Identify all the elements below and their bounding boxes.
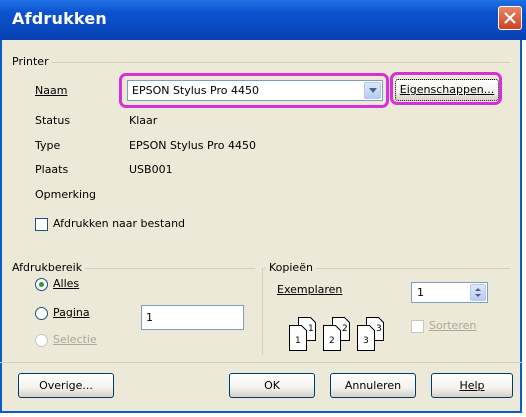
pages-label[interactable]: Pagina bbox=[53, 306, 90, 319]
pages-input-value: 1 bbox=[146, 311, 153, 324]
name-label: Naam bbox=[35, 84, 67, 97]
print-to-file-checkbox[interactable] bbox=[35, 218, 48, 231]
name-label-text: Naam bbox=[35, 84, 68, 97]
status-label: Status bbox=[35, 114, 71, 127]
pages-radio[interactable] bbox=[35, 307, 48, 320]
pages-label-text: Pagina bbox=[53, 306, 90, 319]
page-num: 3 bbox=[363, 336, 369, 346]
collate-label-text: Sorteren bbox=[429, 319, 477, 332]
collate-label: Sorteren bbox=[429, 319, 476, 332]
location-label: Plaats bbox=[35, 163, 69, 176]
ok-button-label: OK bbox=[264, 379, 280, 392]
other-button-label: Overige... bbox=[39, 379, 93, 392]
status-value: Klaar bbox=[129, 114, 158, 127]
location-value: USB001 bbox=[129, 163, 173, 176]
type-label: Type bbox=[35, 139, 61, 152]
print-to-file-label[interactable]: Afdrukken naar bestand bbox=[53, 217, 185, 230]
ok-button[interactable]: OK bbox=[229, 373, 315, 398]
copies-spinner-value: 1 bbox=[417, 286, 424, 299]
copies-spinner[interactable]: 1 bbox=[411, 282, 488, 303]
help-button-label: Help bbox=[459, 379, 485, 392]
copies-collate-icon: 1 1 2 2 3 3 bbox=[288, 316, 396, 355]
page-num: 2 bbox=[342, 324, 348, 334]
type-value: EPSON Stylus Pro 4450 bbox=[129, 139, 256, 152]
copies-label: Exemplaren bbox=[277, 283, 342, 296]
comment-label: Opmerking bbox=[35, 188, 97, 201]
all-label-text: Alles bbox=[53, 277, 80, 290]
spin-arrows-icon bbox=[475, 288, 481, 297]
close-icon bbox=[504, 12, 516, 24]
pages-input[interactable]: 1 bbox=[141, 305, 244, 330]
all-radio[interactable] bbox=[35, 278, 48, 291]
highlight-printer-select bbox=[119, 73, 389, 108]
copies-label-text: Exemplaren bbox=[277, 283, 343, 296]
selection-label: Selectie bbox=[53, 333, 97, 346]
page-num: 2 bbox=[329, 336, 335, 346]
printer-group-label: Printer bbox=[9, 55, 52, 68]
bottom-separator bbox=[0, 362, 522, 363]
all-label[interactable]: Alles bbox=[53, 277, 79, 290]
copies-group-label: Kopieën bbox=[266, 261, 316, 274]
radio-selected-dot bbox=[39, 282, 44, 287]
page-num: 3 bbox=[376, 324, 382, 334]
cancel-button-label: Annuleren bbox=[344, 379, 402, 392]
window-title: Afdrukken bbox=[12, 9, 107, 28]
close-button[interactable] bbox=[498, 6, 522, 30]
cancel-button[interactable]: Annuleren bbox=[330, 373, 416, 398]
help-button[interactable]: Help bbox=[431, 373, 513, 398]
page-num: 1 bbox=[295, 336, 301, 346]
other-button[interactable]: Overige... bbox=[18, 373, 114, 398]
selection-radio[interactable] bbox=[35, 334, 48, 347]
spin-button[interactable] bbox=[470, 284, 486, 301]
copies-group-divider bbox=[262, 268, 263, 355]
highlight-properties-button bbox=[390, 72, 502, 105]
collate-checkbox[interactable] bbox=[411, 320, 424, 333]
range-group-label: Afdrukbereik bbox=[9, 261, 86, 274]
printer-group-border bbox=[10, 62, 510, 63]
selection-label-text: Selectie bbox=[53, 333, 97, 346]
page-num: 1 bbox=[308, 324, 314, 334]
title-bar[interactable]: Afdrukken bbox=[0, 0, 526, 40]
